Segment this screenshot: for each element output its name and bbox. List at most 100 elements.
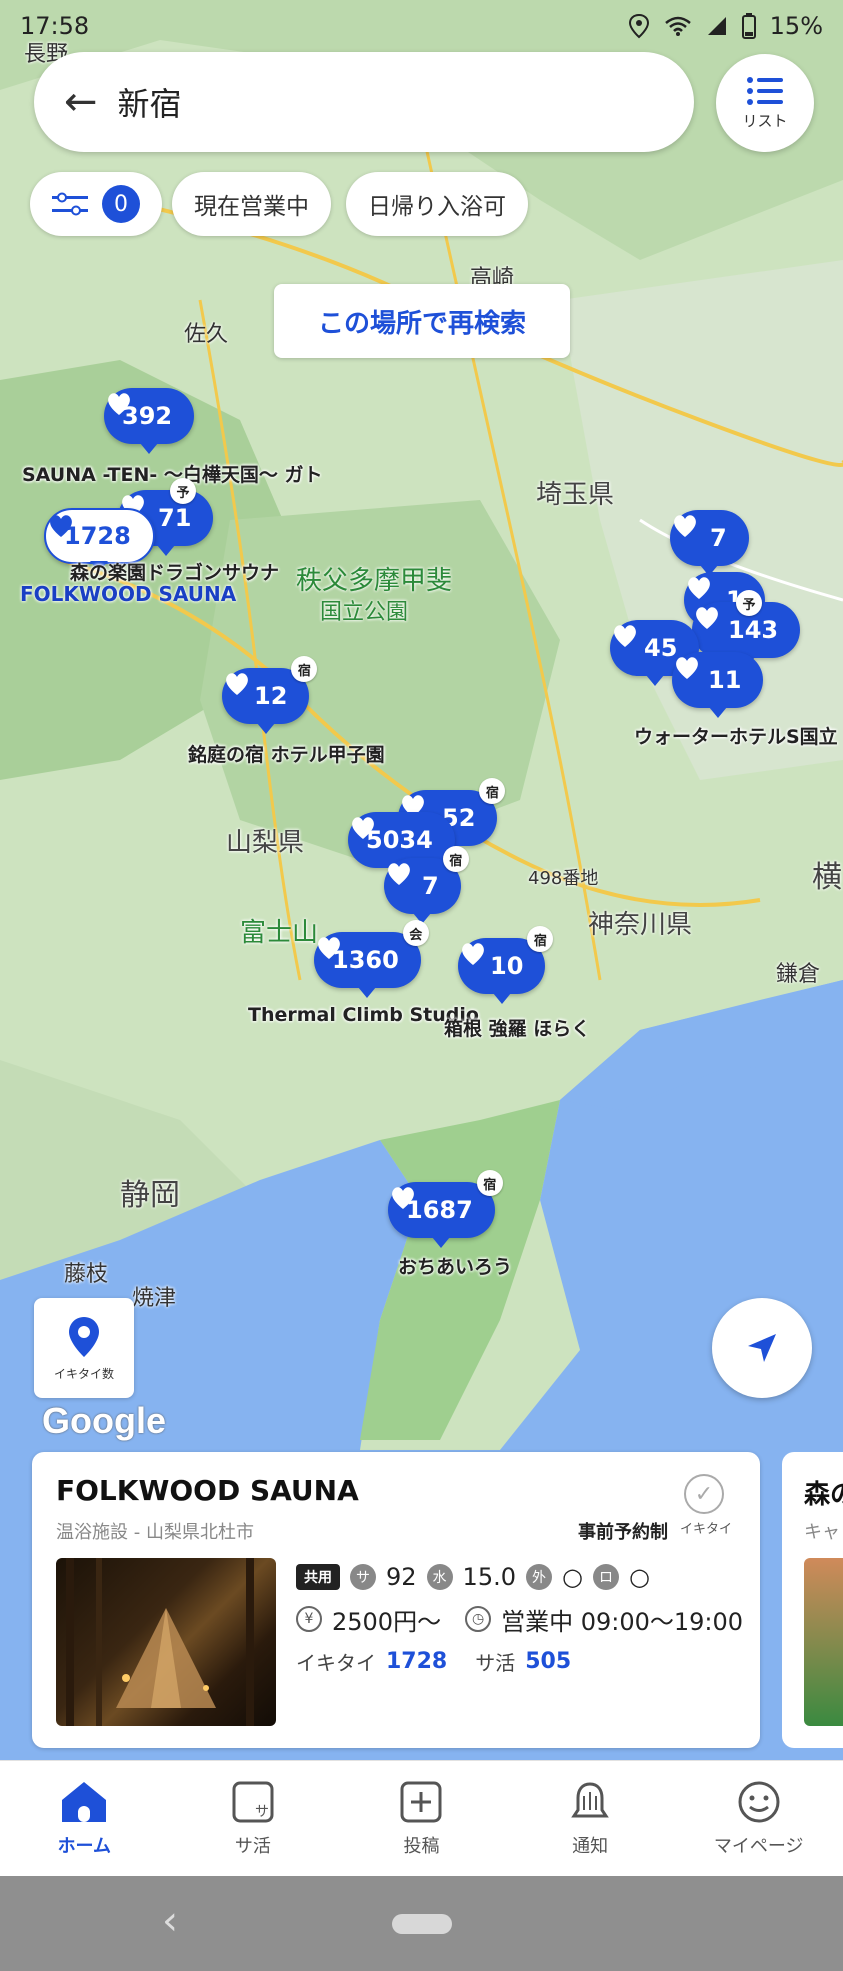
marker-label: 森の楽園ドラゴンサウナ (70, 562, 280, 584)
clock-icon: ◷ (465, 1606, 492, 1632)
next-facility-card[interactable]: 森の キャ (782, 1452, 843, 1748)
nav-label: 投稿 (403, 1835, 440, 1857)
map-marker-11[interactable]: 11 (672, 652, 764, 718)
sauna-heart-icon (108, 393, 130, 415)
system-home-pill[interactable] (392, 1914, 452, 1934)
sakatsu-label: サ活 (475, 1650, 516, 1675)
map-label-yoko: 横 (812, 860, 842, 895)
next-facility-subtitle: キャ (804, 1522, 840, 1543)
water-temp: 15.0 (462, 1563, 516, 1591)
map-marker-10[interactable]: 10 宿 (458, 926, 554, 1004)
filter-chip[interactable]: 0 (30, 172, 162, 236)
marker-label: 箱根 強羅 ほらく (444, 1018, 591, 1040)
map-label-saku: 佐久 (184, 322, 229, 347)
facility-info: 共用 サ 92 水 15.0 外 ○ ロ ○ ¥ 2500円〜 ◷ 営業中 09… (296, 1556, 743, 1682)
facility-photo[interactable] (56, 1558, 276, 1726)
outdoor-air-icon: 外 (525, 1564, 552, 1590)
facility-card[interactable]: FOLKWOOD SAUNA 温浴施設 - 山梨県北杜市 ✓ 事前予約制 イキタ… (32, 1452, 760, 1748)
map-marker-1360[interactable]: 1360 会 (314, 920, 429, 998)
nav-label: マイページ (713, 1835, 804, 1857)
map-marker-12[interactable]: 12 宿 (222, 656, 318, 734)
map-label-kanagawa: 神奈川県 (588, 910, 693, 940)
map-label-shizuoka: 静岡 (120, 1178, 180, 1213)
search-query[interactable]: 新宿 (118, 79, 182, 125)
nav-mypage[interactable]: マイページ (674, 1761, 843, 1876)
battery-icon (741, 13, 756, 39)
business-hours: 営業中 09:00〜19:00 (501, 1607, 744, 1636)
ikitai-button-label: イキタイ数 (53, 1366, 114, 1381)
sauna-heart-icon (50, 515, 72, 537)
marker-badge: 宿 (476, 1170, 503, 1196)
sauna-heart-icon (614, 625, 636, 647)
sauna-heart-icon (696, 607, 718, 629)
map-pin-icon (69, 1316, 99, 1357)
list-button-label: リスト (742, 111, 788, 130)
chip-day-bathing[interactable]: 日帰り入浴可 (346, 172, 528, 236)
sauna-temp-icon: サ (350, 1564, 376, 1590)
nav-sakatsu[interactable]: サ サ活 (169, 1761, 338, 1876)
map-label-address: 498番地 (528, 868, 599, 889)
sauna-temp: 92 (386, 1563, 417, 1591)
facility-title: FOLKWOOD SAUNA (56, 1474, 359, 1507)
location-icon (628, 13, 649, 39)
reservation-note: 事前予約制 (578, 1522, 668, 1543)
status-time: 17:58 (20, 12, 90, 40)
gender-tag: 共用 (296, 1564, 340, 1590)
ikitai-count-label: イキタイ (296, 1650, 376, 1675)
sauna-heart-icon (688, 577, 710, 599)
sauna-heart-icon (392, 1187, 414, 1209)
system-navigation-bar: ‹ (0, 1876, 843, 1971)
marker-sublabel: FOLKWOOD SAUNA (20, 582, 237, 606)
sakatsu-count: 505 (525, 1648, 572, 1674)
current-location-button[interactable] (712, 1298, 812, 1398)
filter-sliders-icon (52, 192, 88, 216)
ikitai-count: 1728 (386, 1648, 448, 1674)
nav-notifications[interactable]: 通知 (506, 1761, 675, 1876)
list-icon (747, 76, 783, 105)
marker-value: 143 (728, 616, 779, 644)
svg-text:サ: サ (255, 1804, 269, 1820)
bell-icon (571, 1781, 609, 1817)
map-marker-7-east[interactable]: 7 (670, 510, 749, 576)
map-marker-1728-selected[interactable]: 1728 (44, 508, 155, 572)
map-label-kamakura: 鎌倉 (776, 962, 821, 987)
nav-home[interactable]: ホーム (0, 1761, 169, 1876)
marker-value: 10 (490, 952, 524, 980)
sauna-heart-icon (352, 817, 374, 839)
sauna-heart-icon (674, 515, 696, 537)
map-label-saitama: 埼玉県 (536, 480, 615, 510)
home-icon (62, 1781, 107, 1822)
marker-badge: 予 (736, 590, 762, 616)
status-bar: 17:58 15% (0, 0, 843, 52)
signal-icon (707, 17, 726, 35)
map-label-chichibu: 秩父多摩甲斐 (296, 566, 453, 596)
chip-open-now[interactable]: 現在営業中 (172, 172, 331, 236)
rest-area-icon: ロ (592, 1564, 619, 1590)
ikitai-count-button[interactable]: イキタイ数 (34, 1298, 134, 1398)
map-marker-143[interactable]: 143 予 (692, 590, 801, 668)
ikitai-check-icon[interactable]: ✓ (684, 1474, 724, 1514)
facility-subtitle: 温浴施設 - 山梨県北杜市 (56, 1522, 254, 1543)
map-marker-7-fuji[interactable]: 7 宿 (384, 846, 469, 924)
sauna-heart-icon (388, 863, 410, 885)
arrow-left-icon[interactable]: ← (64, 79, 98, 125)
marker-value: 7 (710, 524, 727, 552)
bottom-navigation: ホーム サ サ活 投稿 通知 マイページ (0, 1760, 843, 1876)
sakatsu-icon: サ (232, 1781, 274, 1822)
search-bar[interactable]: ← 新宿 (34, 52, 694, 152)
water-temp-icon: 水 (426, 1564, 453, 1590)
tent-image (66, 1558, 254, 1726)
map-marker-392[interactable]: 392 (104, 388, 195, 454)
system-back-icon[interactable]: ‹ (162, 1898, 178, 1944)
price: 2500円〜 (332, 1607, 442, 1636)
map-label-fuji: 富士山 (240, 918, 319, 948)
list-view-button[interactable]: リスト (716, 54, 814, 152)
nav-post[interactable]: 投稿 (337, 1761, 506, 1876)
map-label-yaizu: 焼津 (132, 1286, 177, 1311)
research-here-button[interactable]: この場所で再検索 (274, 284, 570, 358)
filter-count: 0 (102, 185, 140, 223)
battery-level: 15% (769, 12, 823, 40)
map-marker-1687[interactable]: 1687 宿 (388, 1170, 503, 1248)
ikitai-toggle-label: イキタイ (680, 1522, 733, 1537)
marker-badge: 予 (170, 478, 196, 504)
